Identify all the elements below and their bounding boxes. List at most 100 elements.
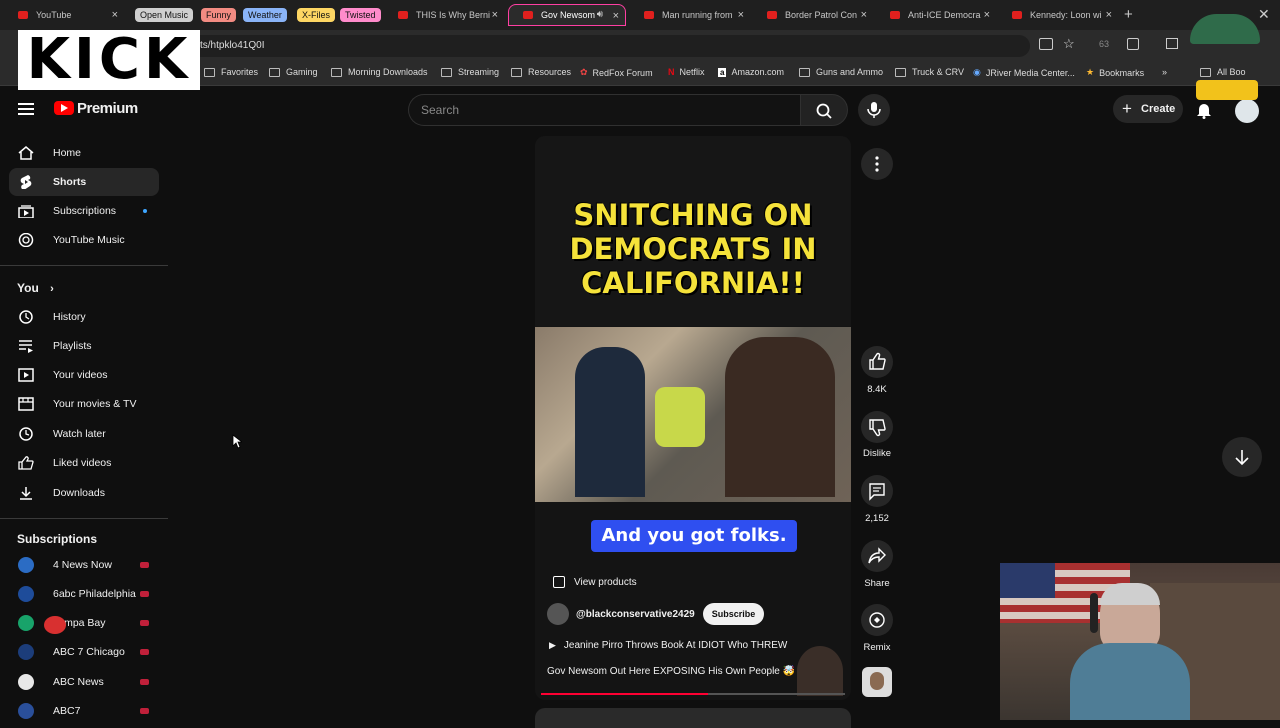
like-button[interactable] bbox=[861, 346, 893, 378]
bookmark-bookmarks[interactable]: ★ Bookmarks bbox=[1086, 67, 1144, 78]
tab-group-twisted[interactable]: Twisted bbox=[340, 8, 381, 22]
bookmark-resources[interactable]: Resources bbox=[511, 67, 571, 77]
search-button[interactable] bbox=[800, 94, 848, 126]
share-button[interactable] bbox=[861, 540, 893, 572]
close-icon[interactable]: × bbox=[112, 9, 118, 21]
subscription-abc7[interactable]: ABC7 bbox=[9, 697, 159, 725]
tab-anti-ice[interactable]: Anti-ICE Democra × bbox=[876, 4, 996, 26]
channel-avatar[interactable] bbox=[547, 603, 569, 625]
subscription-abc-news[interactable]: ABC News bbox=[9, 668, 159, 696]
close-icon[interactable]: × bbox=[738, 9, 744, 21]
tab-man-running[interactable]: Man running from × bbox=[630, 4, 750, 26]
voice-search-button[interactable] bbox=[858, 94, 890, 126]
close-icon[interactable]: × bbox=[1106, 9, 1112, 21]
flag-canton bbox=[1000, 563, 1055, 598]
all-bookmarks[interactable]: All Boo bbox=[1200, 67, 1246, 77]
new-tab-icon[interactable]: + bbox=[1124, 6, 1133, 23]
sidebar-item-your-videos[interactable]: Your videos bbox=[9, 361, 159, 389]
sidebar-item-playlists[interactable]: Playlists bbox=[9, 332, 159, 360]
sidebar-item-home[interactable]: Home bbox=[9, 139, 159, 167]
close-icon[interactable]: × bbox=[984, 9, 990, 21]
remix-button[interactable] bbox=[861, 604, 893, 636]
you-section-title[interactable]: You › bbox=[17, 281, 54, 295]
folder-icon bbox=[331, 67, 342, 77]
mascot-cap-overlay bbox=[1190, 14, 1260, 44]
subscriptions-section-title[interactable]: Subscriptions bbox=[17, 532, 97, 546]
bookmark-streaming[interactable]: Streaming bbox=[441, 67, 499, 77]
bookmark-gaming[interactable]: Gaming bbox=[269, 67, 318, 77]
sidebar-item-movies-tv[interactable]: Your movies & TV bbox=[9, 390, 159, 418]
next-short-button[interactable] bbox=[1222, 437, 1262, 477]
sidebar-item-history[interactable]: History bbox=[9, 303, 159, 331]
related-video-link[interactable]: ▶ Jeanine Pirro Throws Book At IDIOT Who… bbox=[549, 640, 787, 651]
bookmark-morning-downloads[interactable]: Morning Downloads bbox=[331, 67, 428, 77]
more-bookmarks-icon[interactable]: » bbox=[1162, 67, 1167, 77]
netflix-icon: N bbox=[668, 67, 675, 77]
tab-group-weather[interactable]: Weather bbox=[243, 8, 287, 22]
bookmark-label: Truck & CRV bbox=[912, 67, 965, 77]
more-options-button[interactable] bbox=[861, 148, 893, 180]
bookmark-redfox-forum[interactable]: ✿ RedFox Forum bbox=[580, 67, 653, 78]
close-icon[interactable]: × bbox=[492, 9, 498, 21]
progress-bar[interactable] bbox=[541, 693, 845, 695]
extensions-puzzle-icon[interactable] bbox=[1127, 38, 1139, 50]
create-button[interactable]: + Create bbox=[1113, 95, 1183, 123]
bookmark-amazon[interactable]: a Amazon.com bbox=[718, 67, 784, 77]
search-input[interactable]: Search bbox=[408, 94, 800, 126]
remix-icon bbox=[869, 612, 885, 628]
window-close-icon[interactable]: ✕ bbox=[1258, 6, 1270, 23]
tab-bernie[interactable]: THIS Is Why Berni × bbox=[384, 4, 504, 26]
youtube-favicon-icon bbox=[890, 11, 900, 19]
dislike-button[interactable] bbox=[861, 411, 893, 443]
sidebar-item-youtube-music[interactable]: YouTube Music bbox=[9, 226, 159, 254]
url-field[interactable]: ts/htpklo41Q0I bbox=[190, 35, 1030, 57]
channel-avatar bbox=[18, 703, 34, 719]
subscription-tampa-bay[interactable]: Tampa Bay bbox=[9, 609, 159, 637]
extension-badge[interactable]: 63 bbox=[1099, 39, 1109, 49]
speaker-icon[interactable]: 🔊︎ bbox=[597, 9, 603, 20]
bookmark-jriver[interactable]: ◉ JRiver Media Center... bbox=[973, 67, 1075, 78]
sidebar-item-watch-later[interactable]: Watch later bbox=[9, 420, 159, 448]
bookmark-label: Bookmarks bbox=[1099, 67, 1145, 78]
sidebar-item-shorts[interactable]: Shorts bbox=[9, 168, 159, 196]
brand-text[interactable]: Premium bbox=[77, 100, 138, 117]
tab-label: YouTube bbox=[36, 10, 72, 20]
tab-gov-newsom[interactable]: Gov Newsom 🔊︎ × bbox=[508, 4, 626, 26]
menu-icon[interactable] bbox=[18, 103, 34, 115]
next-short-preview[interactable] bbox=[535, 708, 851, 728]
tab-group-x-files[interactable]: X-Files bbox=[297, 8, 336, 22]
comments-button[interactable] bbox=[861, 475, 893, 507]
share-label: Share bbox=[864, 578, 890, 589]
sidebar-item-downloads[interactable]: Downloads bbox=[9, 479, 159, 507]
bookmark-netflix[interactable]: N Netflix bbox=[668, 67, 705, 77]
bookmark-guns-ammo[interactable]: Guns and Ammo bbox=[799, 67, 883, 77]
close-icon[interactable]: × bbox=[861, 9, 867, 21]
avatar[interactable] bbox=[1235, 99, 1259, 123]
tab-group-open-music[interactable]: Open Music bbox=[135, 8, 194, 22]
subscribe-button[interactable]: Subscribe bbox=[702, 603, 765, 625]
tab-label: Man running from bbox=[662, 10, 733, 20]
sidebar-item-liked-videos[interactable]: Liked videos bbox=[9, 449, 159, 477]
bookmark-favorites[interactable]: Favorites bbox=[204, 67, 258, 77]
install-app-icon[interactable] bbox=[1039, 38, 1053, 50]
bookmark-star-icon[interactable]: ☆ bbox=[1063, 36, 1075, 52]
bookmark-label: Favorites bbox=[221, 67, 259, 77]
channel-name[interactable]: @blackconservative2429 bbox=[576, 609, 695, 620]
view-products-button[interactable]: View products bbox=[553, 576, 637, 588]
subscription-abc-7-chicago[interactable]: ABC 7 Chicago bbox=[9, 638, 159, 666]
notifications-bell-icon[interactable] bbox=[1196, 101, 1212, 119]
subscription-6abc-philadelphia[interactable]: 6abc Philadelphia bbox=[9, 580, 159, 608]
star-icon: ★ bbox=[1086, 67, 1095, 77]
subscription-4-news-now[interactable]: 4 News Now bbox=[9, 551, 159, 579]
short-video-player[interactable]: SNITCHING ON DEMOCRATS IN CALIFORNIA!! A… bbox=[535, 136, 851, 700]
youtube-logo-icon[interactable] bbox=[54, 101, 74, 115]
tab-kennedy[interactable]: Kennedy: Loon wi × bbox=[998, 4, 1118, 26]
split-view-icon[interactable] bbox=[1166, 38, 1178, 49]
tab-group-funny[interactable]: Funny bbox=[201, 8, 237, 22]
sound-thumbnail[interactable] bbox=[862, 667, 892, 697]
tab-youtube[interactable]: YouTube × bbox=[4, 4, 124, 26]
close-icon[interactable]: × bbox=[613, 10, 619, 22]
bookmark-truck-crv[interactable]: Truck & CRV bbox=[895, 67, 964, 77]
tab-border-patrol[interactable]: Border Patrol Con × bbox=[753, 4, 873, 26]
sidebar-item-subscriptions[interactable]: Subscriptions bbox=[9, 197, 159, 225]
